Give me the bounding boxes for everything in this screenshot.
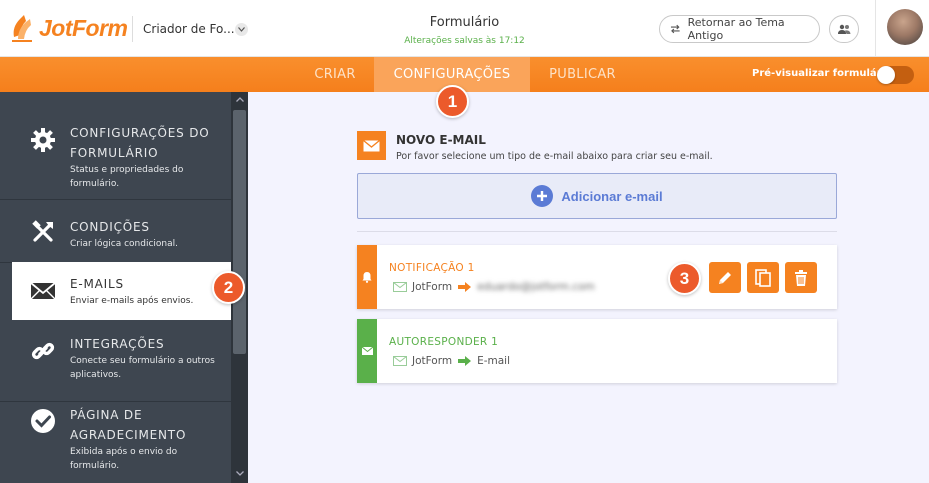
sidebar-item-title: PÁGINA DE AGRADECIMENTO — [70, 408, 187, 442]
add-email-label: Adicionar e-mail — [561, 188, 663, 204]
sidebar-item-desc: Enviar e-mails após envios. — [70, 296, 194, 306]
new-email-icon — [357, 131, 386, 160]
users-button[interactable] — [829, 15, 859, 43]
sidebar-item-form-settings[interactable]: CONFIGURAÇÕES DO FORMULÁRIO Status e pro… — [0, 92, 231, 200]
arrow-right-icon — [458, 356, 472, 366]
avatar[interactable] — [887, 9, 923, 45]
clone-icon — [755, 268, 771, 287]
envelope-icon — [30, 278, 56, 304]
email-title: AUTORESPONDER 1 — [389, 336, 499, 348]
sidebar-item-integrations[interactable]: INTEGRAÇÕES Conecte seu formulário a out… — [0, 322, 231, 402]
users-icon — [838, 24, 851, 34]
chevron-down-icon[interactable] — [235, 23, 248, 36]
check-circle-icon — [30, 408, 56, 434]
toggle-knob — [877, 66, 895, 84]
settings-sidebar: CONFIGURAÇÕES DO FORMULÁRIO Status e pro… — [0, 92, 248, 483]
clone-email-button[interactable] — [747, 262, 779, 293]
edit-email-button[interactable] — [709, 262, 741, 293]
return-old-theme-label: Retornar ao Tema Antigo — [687, 16, 785, 42]
callout-badge-1: 1 — [436, 85, 469, 118]
email-from: JotForm — [412, 355, 453, 367]
sidebar-item-title: E-MAILS — [70, 277, 124, 291]
sidebar-item-title: CONDIÇÕES — [70, 220, 150, 234]
callout-badge-2: 2 — [212, 271, 245, 304]
envelope-icon — [357, 319, 377, 383]
arrow-right-icon — [458, 282, 472, 292]
builder-navbar: CRIAR CONFIGURAÇÕES PUBLICAR Pré-visuali… — [0, 57, 929, 92]
envelope-icon — [393, 356, 407, 366]
link-icon — [30, 338, 56, 364]
top-header: JotForm Criador de Fo... Formulário Alte… — [0, 0, 929, 57]
email-route: JotForm eduardo@jotform.com — [393, 281, 595, 293]
sidebar-item-title: INTEGRAÇÕES — [70, 337, 165, 351]
sidebar-item-desc: Criar lógica condicional. — [70, 239, 179, 249]
jotform-logo-icon — [10, 13, 36, 43]
return-old-theme-button[interactable]: Retornar ao Tema Antigo — [659, 15, 820, 43]
tab-publicar[interactable]: PUBLICAR — [530, 57, 635, 92]
sidebar-item-desc: Conecte seu formulário a outros aplicati… — [70, 356, 215, 380]
preview-label: Pré-visualizar formulário — [752, 68, 892, 79]
pencil-icon — [719, 271, 731, 284]
sidebar-item-conditions[interactable]: CONDIÇÕES Criar lógica condicional. — [0, 201, 231, 263]
section-title: NOVO E-MAIL — [396, 133, 486, 147]
trash-icon — [795, 269, 807, 286]
jotform-logo[interactable]: JotForm — [10, 13, 128, 43]
sidebar-item-desc: Status e propriedades do formulário. — [70, 165, 184, 189]
add-email-button[interactable]: Adicionar e-mail — [357, 173, 837, 219]
sidebar-item-emails[interactable]: E-MAILS Enviar e-mails após envios. — [12, 262, 231, 320]
email-to: E-mail — [477, 355, 511, 367]
preview-toggle[interactable] — [877, 66, 914, 84]
email-title: NOTIFICAÇÃO 1 — [389, 262, 475, 274]
logo-text: JotForm — [39, 14, 128, 41]
swap-arrows-icon — [670, 24, 680, 34]
email-card-autoresponder[interactable]: AUTORESPONDER 1 JotForm E-mail — [357, 319, 837, 383]
envelope-icon — [393, 282, 407, 292]
tools-icon — [30, 219, 56, 245]
content-divider — [357, 231, 837, 232]
sidebar-item-title: CONFIGURAÇÕES DO FORMULÁRIO — [70, 126, 210, 160]
plus-icon — [531, 185, 554, 207]
form-name[interactable]: Criador de Fo... — [143, 22, 235, 36]
email-route: JotForm E-mail — [393, 355, 510, 367]
delete-email-button[interactable] — [785, 262, 817, 293]
sidebar-item-desc: Exibida após o envio do formulário. — [70, 447, 178, 471]
header-divider — [132, 16, 133, 42]
header-divider — [875, 0, 876, 57]
email-card-notification[interactable]: NOTIFICAÇÃO 1 JotForm eduardo@jotform.co… — [357, 245, 837, 309]
section-subtitle: Por favor selecione um tipo de e-mail ab… — [396, 151, 713, 162]
email-from: JotForm — [412, 281, 453, 293]
scroll-up-icon[interactable] — [231, 92, 248, 106]
scroll-down-icon[interactable] — [231, 466, 248, 480]
sidebar-item-thank-you-page[interactable]: PÁGINA DE AGRADECIMENTO Exibida após o e… — [0, 403, 231, 483]
callout-badge-3: 3 — [668, 262, 701, 295]
bell-icon — [357, 245, 377, 309]
tab-criar[interactable]: CRIAR — [296, 57, 374, 92]
scrollbar-thumb[interactable] — [233, 110, 246, 354]
gear-icon — [30, 127, 56, 153]
email-to: eduardo@jotform.com — [477, 281, 595, 293]
